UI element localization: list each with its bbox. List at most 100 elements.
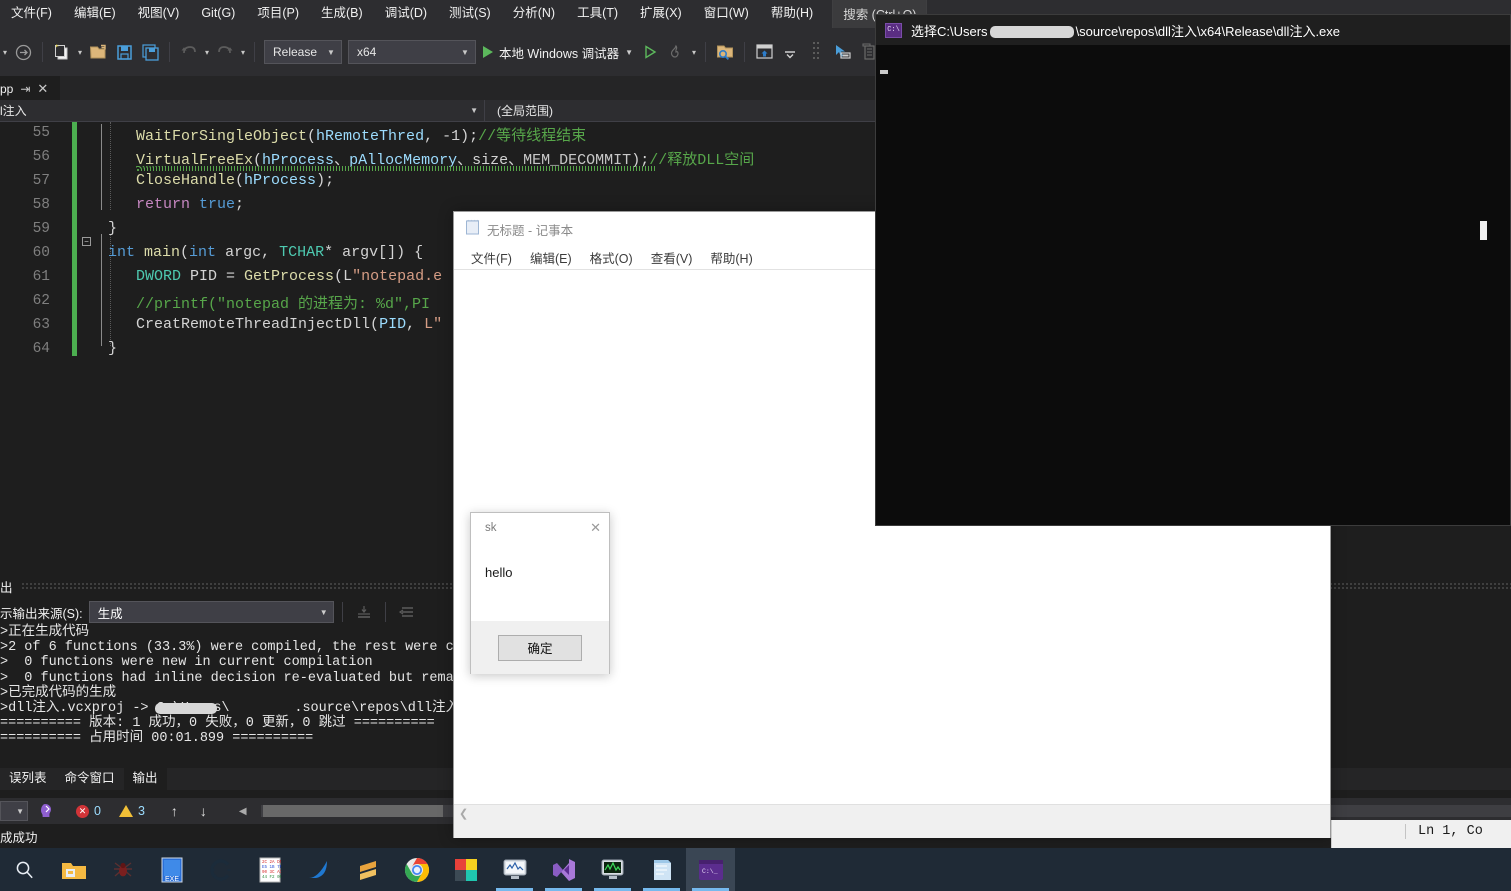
redaction-overlay [155,702,217,714]
code-line[interactable]: } [108,220,117,237]
chevron-down-icon[interactable]: ▾ [75,41,85,63]
solution-configuration-combo[interactable]: Release ▼ [264,40,342,64]
toolbar-divider [254,42,255,62]
taskbar-item-process-monitor[interactable] [490,848,539,891]
error-scope-combo[interactable]: ▼ [0,801,28,821]
error-count-badge[interactable]: ✕ 0 [76,804,101,818]
chevron-down-icon[interactable]: ▼ [625,48,633,57]
solution-platform-value: x64 [356,45,377,59]
menu-item-view[interactable]: 视图(V) [127,2,191,26]
close-icon[interactable]: ✕ [37,81,48,97]
taskbar-item-file-explorer[interactable] [49,848,98,891]
menu-item-edit[interactable]: 编辑(E) [63,2,127,26]
line-number: 62 [32,293,50,309]
collapse-region-icon[interactable]: − [82,237,91,246]
code-line[interactable]: WaitForSingleObject(hRemoteThred, -1);//… [136,124,586,145]
menu-item-project[interactable]: 项目(P) [246,2,310,26]
taskbar-item-console[interactable]: C:\_ [686,848,735,891]
code-token: CloseHandle [136,172,236,189]
taskbar-item-exeinfo[interactable]: EXE [147,848,196,891]
tab-output[interactable]: 输出 [123,764,167,790]
code-line[interactable]: CloseHandle(hProcess); [136,172,334,189]
code-token: //释放DLL空间 [649,152,755,169]
warning-squiggle [136,166,656,171]
error-count: 0 [94,804,101,818]
message-box-dialog[interactable]: sk ✕ hello 确定 [470,512,610,674]
message-box-title-bar[interactable]: sk ✕ [471,513,609,543]
tab-command-window[interactable]: 命令窗口 [56,764,124,790]
arrow-down-icon[interactable]: ↓ [200,803,207,819]
close-icon[interactable]: ✕ [590,520,601,536]
code-line[interactable]: //printf("notepad 的进程为: %d",PI [136,292,430,313]
arrow-up-icon[interactable]: ↑ [171,803,178,819]
code-line[interactable]: return true; [136,196,244,213]
menu-item-debug[interactable]: 调试(D) [374,2,438,26]
notepad-menu-file[interactable]: 文件(F) [462,246,521,269]
menu-item-help[interactable]: 帮助(H) [760,2,824,26]
line-number: 57 [32,173,50,189]
code-token: int [108,244,145,261]
output-source-combo[interactable]: 生成 ▼ [88,601,334,623]
message-box-content: hello [471,543,609,621]
step-into-specific-icon[interactable] [831,41,853,63]
menu-item-extensions[interactable]: 扩展(X) [629,2,693,26]
scope-selector[interactable]: l注入 ▼ [0,99,485,122]
notepad-menu-view[interactable]: 查看(V) [642,246,702,269]
open-file-icon[interactable] [87,41,109,63]
code-token: PID = [181,268,245,285]
taskbar-item-tiles-app[interactable] [441,848,490,891]
taskbar-item-sublime[interactable] [343,848,392,891]
menu-item-tools[interactable]: 工具(T) [566,2,629,26]
notepad-menu-help[interactable]: 帮助(H) [701,246,761,269]
taskbar-item-search[interactable] [0,848,49,891]
code-token: ( [370,316,380,333]
tab-error-list[interactable]: 误列表 [0,764,56,790]
navigate-forward-icon[interactable] [12,41,34,63]
notepad-menu-edit[interactable]: 编辑(E) [521,246,581,269]
expand-collapse-icon[interactable] [779,41,801,63]
chevron-left-icon[interactable]: ❮ [454,807,468,820]
taskbar-item-visual-studio[interactable] [539,848,588,891]
console-output-area[interactable] [876,45,1510,525]
line-number: 63 [32,317,50,333]
save-icon[interactable] [113,41,135,63]
taskbar-item-cheat-engine[interactable] [196,848,245,891]
console-title-bar[interactable]: C:\ 选择C:\Users \source\repos\dll注入\x64\Re… [876,15,1510,45]
toolbar-divider [42,42,43,62]
code-token: return [136,196,200,213]
menu-item-window[interactable]: 窗口(W) [693,2,760,26]
taskbar-item-notepad[interactable] [637,848,686,891]
notepad-menu-format[interactable]: 格式(O) [581,246,642,269]
warning-count-badge[interactable]: 3 [118,804,145,818]
menu-item-test[interactable]: 测试(S) [438,2,502,26]
menu-item-analyze[interactable]: 分析(N) [502,2,566,26]
menu-item-git[interactable]: Git(G) [190,2,246,26]
ok-button[interactable]: 确定 [498,634,582,661]
document-tab[interactable]: pp ⇥ ✕ [0,76,60,100]
notepad-horizontal-scrollbar[interactable]: ❮ [454,804,1330,822]
toggle-window-layout-icon[interactable] [753,41,775,63]
taskbar-item-chrome[interactable] [392,848,441,891]
new-project-icon[interactable] [51,41,73,63]
menu-item-file[interactable]: 文件(F) [0,2,63,26]
code-line[interactable]: CreatRemoteThreadInjectDll(PID, L" [136,316,442,333]
chevron-down-icon[interactable]: ▾ [0,41,10,63]
save-all-icon[interactable] [139,41,161,63]
find-in-files-icon[interactable] [714,41,736,63]
console-window[interactable]: C:\ 选择C:\Users \source\repos\dll注入\x64\Re… [875,14,1511,526]
taskbar-item-hex-editor[interactable]: 2C 2A D5 E5 1B 7F 90 3C A1 44 F2 09 [245,848,294,891]
menu-item-build[interactable]: 生成(B) [310,2,374,26]
start-debugging-button[interactable]: 本地 Windows 调试器 ▼ [482,43,633,62]
start-without-debugging-icon[interactable] [639,41,661,63]
member-selector[interactable]: (全局范围) [485,100,795,122]
scroll-left-icon[interactable]: ◀ [239,806,247,817]
code-line[interactable]: DWORD PID = GetProcess(L"notepad.e [136,268,442,285]
intellicode-icon[interactable] [34,800,56,822]
pin-icon[interactable]: ⇥ [20,82,30,96]
taskbar-item-spider[interactable] [98,848,147,891]
taskbar-item-wireshark[interactable] [294,848,343,891]
taskbar-item-resource-monitor[interactable] [588,848,637,891]
code-line[interactable]: int main(int argc, TCHAR* argv[]) { [108,244,423,261]
solution-platform-combo[interactable]: x64 ▼ [347,40,476,64]
code-line[interactable]: } [108,340,117,357]
